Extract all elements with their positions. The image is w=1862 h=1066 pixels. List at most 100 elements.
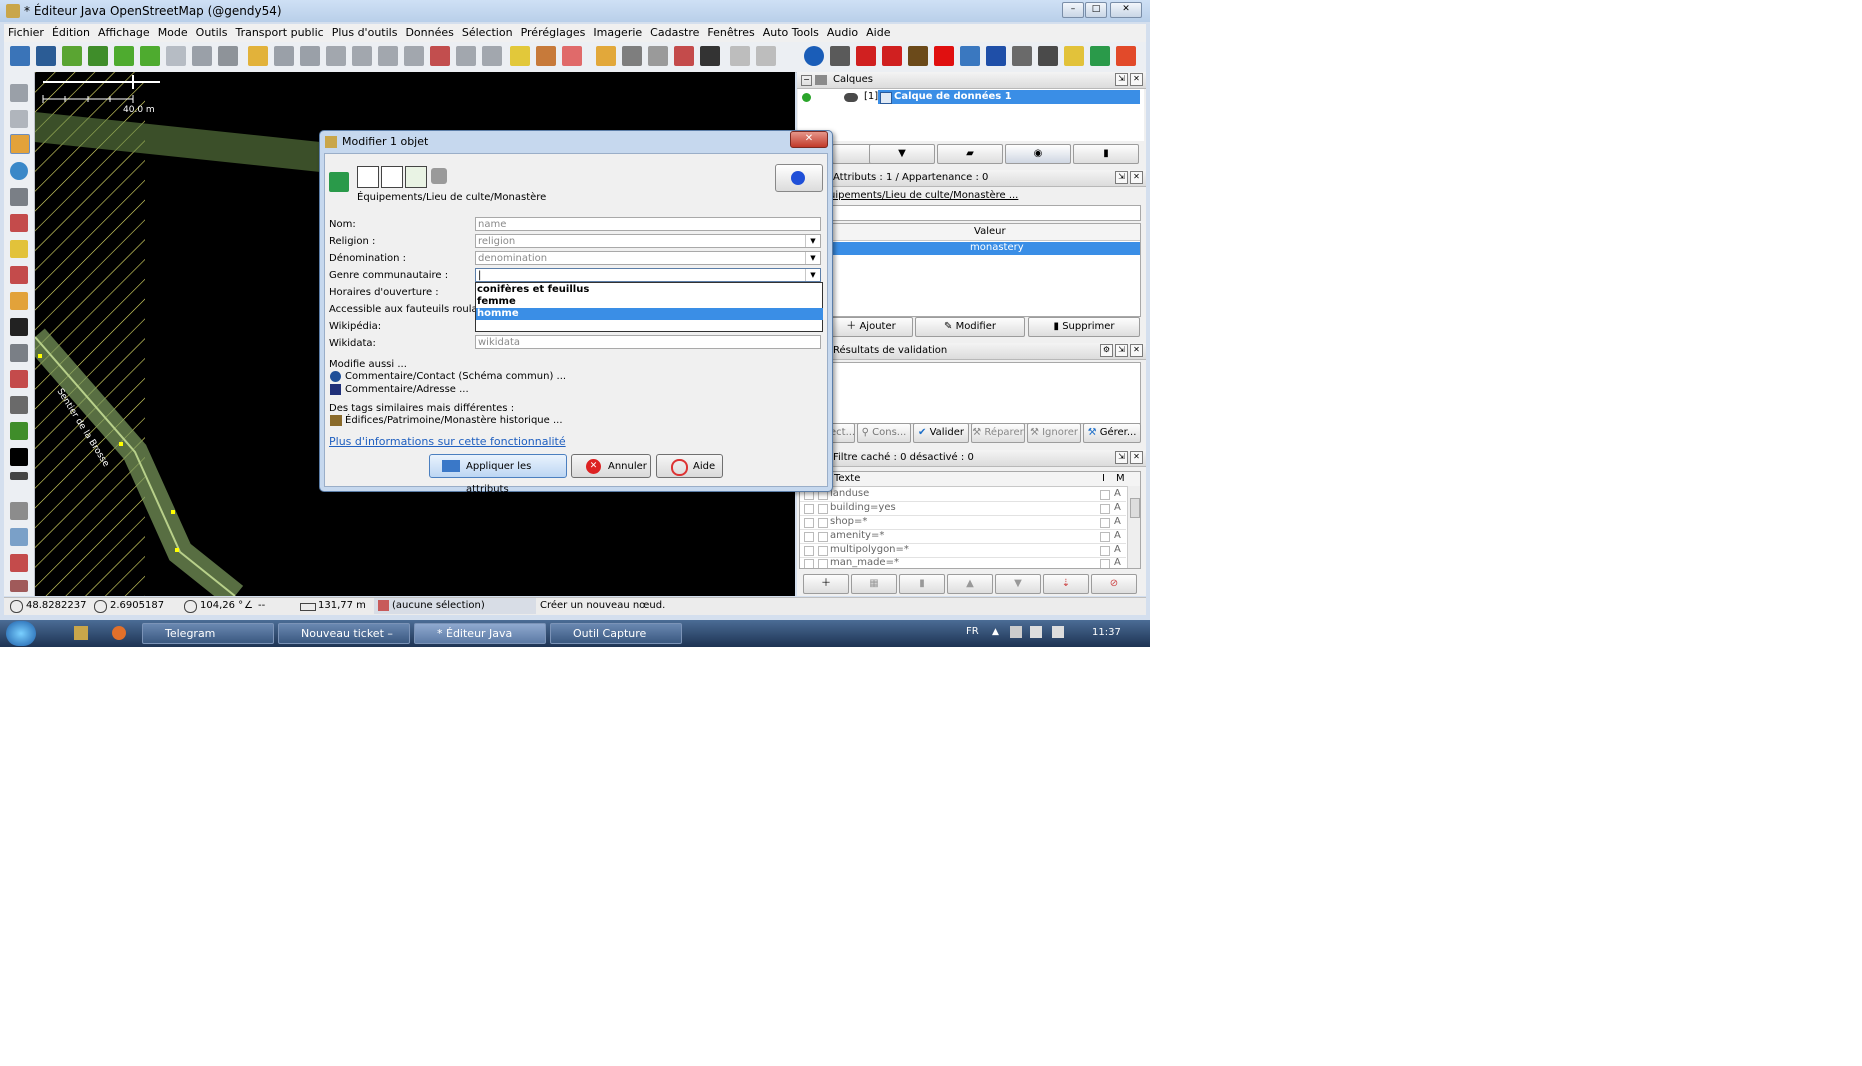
star-icon[interactable] <box>562 46 582 66</box>
filter-i-checkbox[interactable] <box>1100 559 1110 568</box>
redo-icon[interactable] <box>274 46 294 66</box>
track-icon[interactable] <box>622 46 642 66</box>
menu-audio[interactable]: Audio <box>823 24 862 41</box>
also-modifies-contact-link[interactable]: Commentaire/Contact (Schéma commun) ... <box>345 371 566 382</box>
join-icon[interactable] <box>456 46 476 66</box>
filter-hide-checkbox[interactable] <box>818 559 828 568</box>
split-tool-icon[interactable] <box>10 266 28 284</box>
rail-icon[interactable] <box>674 46 694 66</box>
community-gender-dropdown[interactable]: conifères et feuillus femme homme <box>475 282 823 332</box>
filter-toggle-icon[interactable] <box>10 580 28 592</box>
menu-affichage[interactable]: Affichage <box>94 24 154 41</box>
hydrant-icon[interactable] <box>882 46 902 66</box>
panel-close-icon[interactable]: ✕ <box>1130 451 1143 464</box>
menu-outils[interactable]: Outils <box>192 24 232 41</box>
eye-icon[interactable] <box>844 93 858 102</box>
filter-hide-checkbox[interactable] <box>818 518 828 528</box>
building-icon[interactable] <box>536 46 556 66</box>
filter-i-checkbox[interactable] <box>1100 504 1110 514</box>
filter-add-button[interactable]: ＋ <box>803 574 849 594</box>
chevron-down-icon[interactable]: ▼ <box>805 269 820 281</box>
ignore-button[interactable]: ⚒ Ignorer <box>1027 423 1081 443</box>
tray-arrow-icon[interactable]: ▲ <box>992 627 999 637</box>
menu-edition[interactable]: Édition <box>48 24 94 41</box>
tag-row-selected[interactable]: monastery <box>830 242 1140 255</box>
hospital-icon[interactable] <box>934 46 954 66</box>
panel-close-icon[interactable]: ✕ <box>1130 73 1143 86</box>
filter-row[interactable]: amenity=* A <box>800 530 1126 544</box>
filter-i-checkbox[interactable] <box>1100 490 1110 500</box>
preferences-icon[interactable] <box>300 46 320 66</box>
settings-icon[interactable]: ⚙ <box>1100 344 1113 357</box>
task-outil-capture[interactable]: Outil Capture <box>550 623 682 644</box>
layer-active-icon[interactable] <box>802 93 811 102</box>
firefox-icon[interactable] <box>112 626 126 640</box>
panel-close-icon[interactable]: ✕ <box>1130 344 1143 357</box>
task-telegram[interactable]: Telegram <box>142 623 274 644</box>
layer-delete-button[interactable]: ▮ <box>1073 144 1139 164</box>
filter-i-checkbox[interactable] <box>1100 546 1110 556</box>
road-tool-icon[interactable] <box>10 448 28 466</box>
filter-sort-button[interactable]: ⇣ <box>1043 574 1089 594</box>
menu-mode[interactable]: Mode <box>154 24 192 41</box>
filter-more-button[interactable]: ⊘ <box>1091 574 1137 594</box>
open-icon[interactable] <box>10 46 30 66</box>
help-button[interactable]: Aide <box>656 454 723 478</box>
dialog-close-button[interactable]: ✕ <box>790 131 828 148</box>
filter-row[interactable]: building=yes A <box>800 502 1126 516</box>
zoom-icon[interactable] <box>10 162 28 180</box>
filter-enable-checkbox[interactable] <box>804 504 814 514</box>
task-nouveau-ticket[interactable]: Nouveau ticket – JOS... <box>278 623 410 660</box>
close-button[interactable]: ✕ <box>1110 2 1142 18</box>
apply-tags-button[interactable]: Appliquer les attributs <box>429 454 567 495</box>
josm-pinned-icon[interactable] <box>74 626 88 640</box>
filter-enable-checkbox[interactable] <box>804 518 814 528</box>
also-modifies-address-link[interactable]: Commentaire/Adresse ... <box>345 384 469 395</box>
menu-cadastre[interactable]: Cadastre <box>646 24 703 41</box>
fire-truck-icon[interactable] <box>856 46 876 66</box>
people-icon[interactable] <box>1116 46 1136 66</box>
fence-icon[interactable] <box>730 46 750 66</box>
layer-down-button[interactable]: ▼ <box>869 144 935 164</box>
layer-visibility-button[interactable]: ◉ <box>1005 144 1071 164</box>
align-icon[interactable] <box>326 46 346 66</box>
gate-icon[interactable] <box>1038 46 1058 66</box>
building-tool-icon[interactable] <box>10 396 28 414</box>
wikidata-input[interactable]: wikidata <box>475 335 821 349</box>
menu-fenetres[interactable]: Fenêtres <box>703 24 758 41</box>
filter-edit-button[interactable]: ▦ <box>851 574 897 594</box>
validation-toggle-icon[interactable] <box>10 554 28 572</box>
filter-row[interactable]: shop=* A <box>800 516 1126 530</box>
pin-toolbar-button[interactable] <box>775 164 823 192</box>
person-icon[interactable] <box>830 46 850 66</box>
filter-down-button[interactable]: ▼ <box>995 574 1041 594</box>
download-arrow-icon[interactable] <box>114 46 134 66</box>
reverse-icon[interactable] <box>404 46 424 66</box>
name-input[interactable]: name <box>475 217 821 231</box>
network-icon[interactable] <box>1010 626 1022 638</box>
dropdown-option[interactable]: femme <box>476 296 823 308</box>
religion-combo[interactable]: religion ▼ <box>475 234 821 248</box>
save-icon[interactable] <box>36 46 56 66</box>
chevron-down-icon[interactable]: ▼ <box>805 235 820 247</box>
maximize-button[interactable]: □ <box>1085 2 1107 18</box>
calendar-icon[interactable] <box>1064 46 1084 66</box>
parallel-tool-icon[interactable] <box>10 344 28 362</box>
orthogonal-icon[interactable] <box>510 46 530 66</box>
minimize-button[interactable]: – <box>1062 2 1084 18</box>
bus-icon[interactable] <box>700 46 720 66</box>
filter-row[interactable]: landuse A <box>800 488 1126 502</box>
filter-up-button[interactable]: ▲ <box>947 574 993 594</box>
menu-aide[interactable]: Aide <box>862 24 894 41</box>
filter-enable-checkbox[interactable] <box>804 532 814 542</box>
scroll-thumb[interactable] <box>1130 498 1140 518</box>
undo-icon[interactable] <box>248 46 268 66</box>
menu-prereglages[interactable]: Préréglages <box>517 24 590 41</box>
path-icon[interactable] <box>648 46 668 66</box>
delete-tag-button[interactable]: ▮ Supprimer <box>1028 317 1140 337</box>
preset-link[interactable]: uipements/Lieu de culte/Monastère ... <box>829 190 1018 201</box>
lookup-button[interactable]: ⚲ Cons... <box>857 423 911 443</box>
more-tools-icon[interactable] <box>10 472 28 480</box>
split-icon[interactable] <box>352 46 372 66</box>
delete-icon[interactable] <box>10 188 28 206</box>
